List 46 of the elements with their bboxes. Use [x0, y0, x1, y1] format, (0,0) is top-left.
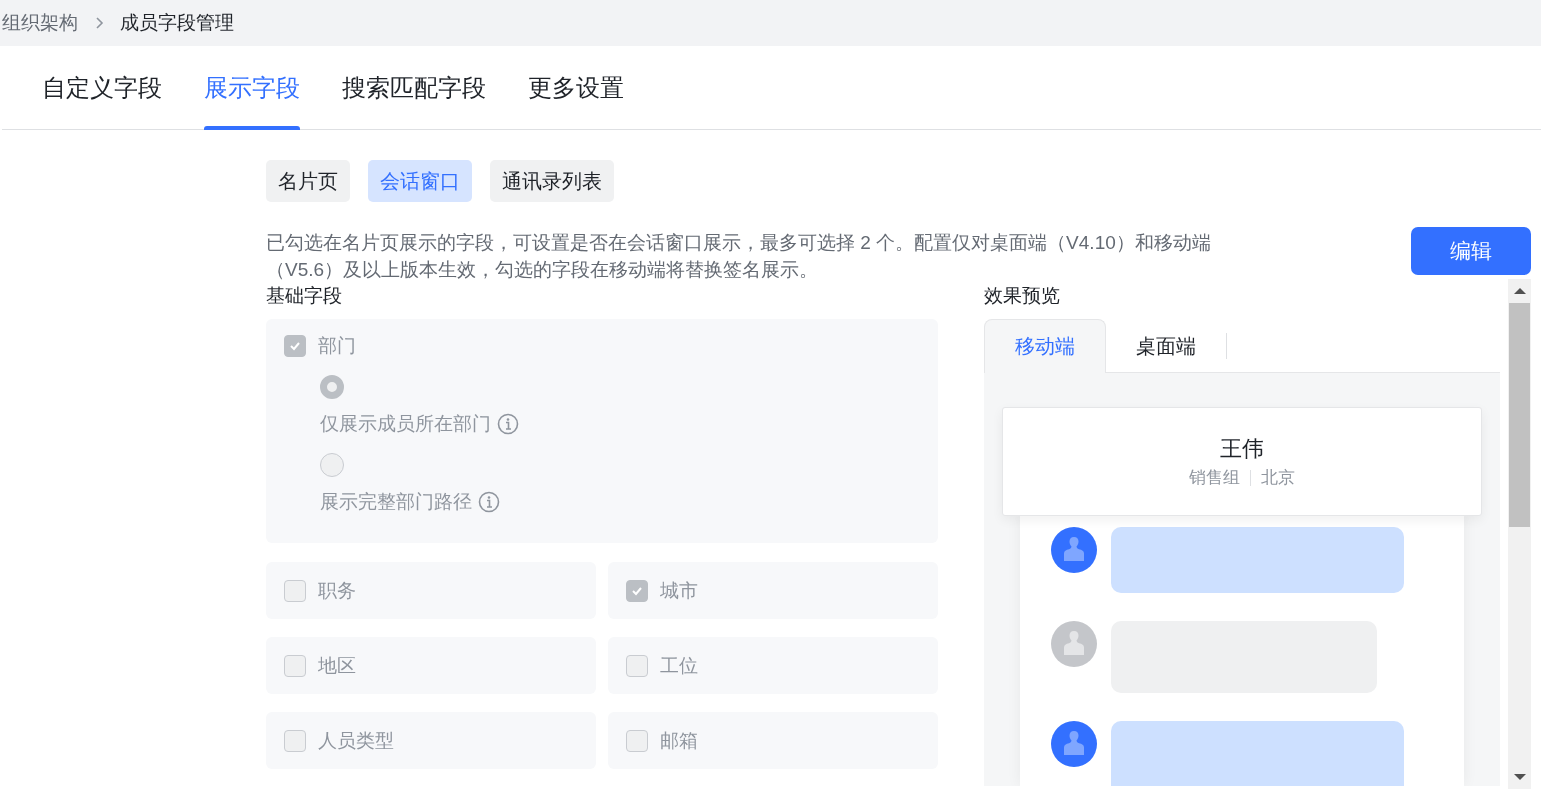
checkbox[interactable]: [626, 654, 648, 677]
contact-name: 王伟: [1220, 435, 1264, 463]
field-label: 邮箱: [660, 728, 698, 753]
scroll-down-icon[interactable]: [1513, 773, 1526, 781]
avatar-icon: [1051, 621, 1097, 667]
field-label: 工位: [660, 653, 698, 678]
checkmark-icon: [289, 340, 301, 352]
tab[interactable]: 自定义字段: [42, 46, 162, 129]
segment-tab[interactable]: 名片页: [266, 160, 350, 202]
scroll-up-icon[interactable]: [1513, 287, 1526, 295]
section-title: 基础字段: [266, 284, 343, 308]
tab[interactable]: 搜索匹配字段: [342, 46, 486, 129]
checkbox[interactable]: [284, 579, 306, 602]
avatar-icon: [1051, 721, 1097, 767]
field-label: 地区: [318, 653, 356, 678]
field-label: 城市: [660, 578, 698, 603]
info-icon[interactable]: [478, 491, 500, 513]
description-text: 已勾选在名片页展示的字段，可设置是否在会话窗口展示，最多可选择 2 个。配置仅对桌面端（V4.10）和移动端（V5.6）及以上版本生效，勾选的字段在移动端将替换签名展示。: [266, 231, 1212, 282]
scrollbar[interactable]: [1508, 279, 1531, 789]
contact-detail: 销售组: [1189, 467, 1240, 489]
chevron-right-icon: [94, 16, 104, 30]
field-label: 职务: [318, 578, 356, 603]
checkbox[interactable]: [626, 579, 648, 602]
section-title: 效果预览: [984, 284, 1061, 308]
option-label: 展示完整部门路径: [320, 490, 472, 514]
tab[interactable]: 更多设置: [528, 46, 624, 129]
tab[interactable]: 桌面端: [1106, 319, 1226, 373]
edit-button[interactable]: 编辑: [1411, 227, 1531, 275]
checkbox[interactable]: [626, 729, 648, 752]
tab[interactable]: 移动端: [984, 319, 1106, 373]
radio-button[interactable]: [320, 375, 344, 399]
option-label: 仅展示成员所在部门: [320, 412, 491, 436]
radio-button[interactable]: [320, 453, 344, 477]
avatar-icon: [1051, 527, 1097, 573]
contact-detail: 北京: [1261, 467, 1295, 489]
field-label: 部门: [318, 334, 356, 358]
field-label: 人员类型: [318, 728, 394, 753]
tab[interactable]: 展示字段: [204, 46, 300, 129]
checkbox[interactable]: [284, 654, 306, 677]
breadcrumb-current: 成员字段管理: [120, 11, 234, 35]
scrollbar-thumb[interactable]: [1509, 303, 1530, 527]
breadcrumb-link[interactable]: 组织架构: [2, 10, 78, 36]
info-icon[interactable]: [497, 413, 519, 435]
checkbox[interactable]: [284, 335, 306, 357]
segment-tab[interactable]: 通讯录列表: [490, 160, 614, 202]
checkbox[interactable]: [284, 729, 306, 752]
